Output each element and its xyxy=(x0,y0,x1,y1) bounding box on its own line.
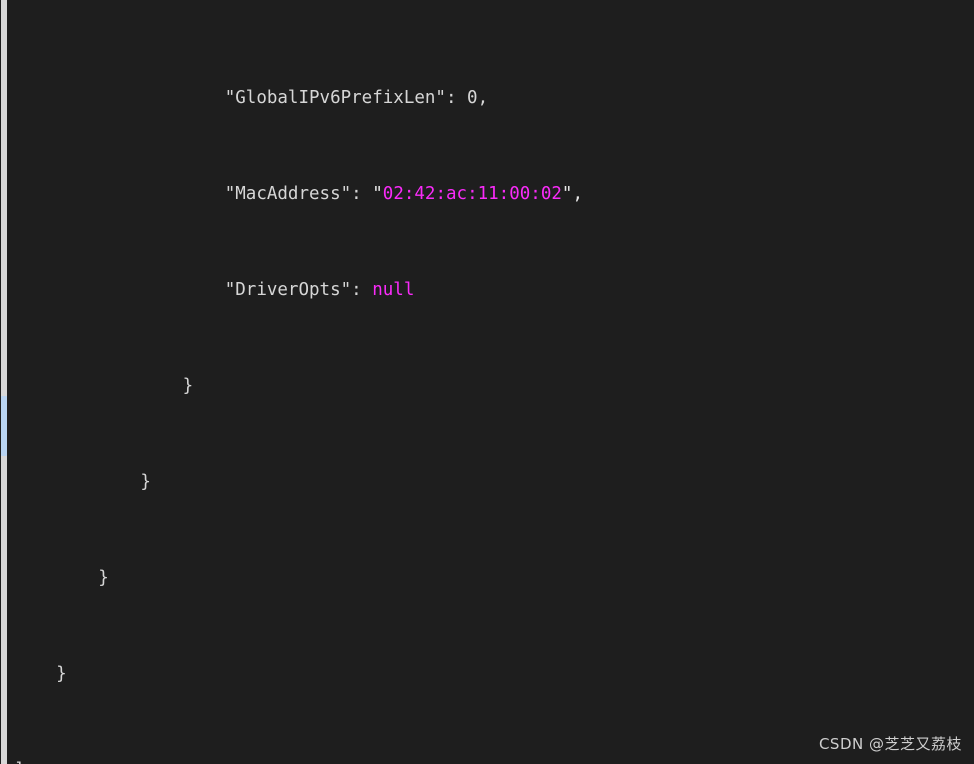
csdn-watermark: CSDN @芝芝又荔枝 xyxy=(818,735,962,753)
json-driveropts-value: null xyxy=(372,280,415,300)
output-line-globalipv6prefixlen: "GlobalIPv6PrefixLen": 0, xyxy=(0,86,974,110)
output-line-brace-3: } xyxy=(0,566,974,590)
output-line-macaddress: "MacAddress": "02:42:ac:11:00:02", xyxy=(0,182,974,206)
json-macaddress-open-quote: " xyxy=(372,184,383,204)
terminal-screen: "GlobalIPv6PrefixLen": 0, "MacAddress": … xyxy=(0,0,974,764)
json-brace-3: } xyxy=(14,568,109,588)
json-brace-2: } xyxy=(14,472,151,492)
output-line-driveropts: "DriverOpts": null xyxy=(0,278,974,302)
json-macaddress-close-quote: ", xyxy=(561,184,583,204)
json-brace-4: } xyxy=(14,664,67,684)
json-driveropts-key: "DriverOpts": xyxy=(14,280,373,300)
json-brace-1: } xyxy=(14,376,194,396)
json-bracket: ] xyxy=(14,760,25,764)
terminal-window[interactable]: "GlobalIPv6PrefixLen": 0, "MacAddress": … xyxy=(0,0,974,764)
json-macaddress-value: 02:42:ac:11:00:02 xyxy=(382,184,562,204)
json-globalipv6prefixlen-text: "GlobalIPv6PrefixLen": 0, xyxy=(14,88,489,108)
output-line-brace-4: } xyxy=(0,662,974,686)
output-line-brace-2: } xyxy=(0,470,974,494)
output-line-bracket: ] xyxy=(0,758,974,764)
json-macaddress-key: "MacAddress": xyxy=(14,184,373,204)
output-line-brace-1: } xyxy=(0,374,974,398)
